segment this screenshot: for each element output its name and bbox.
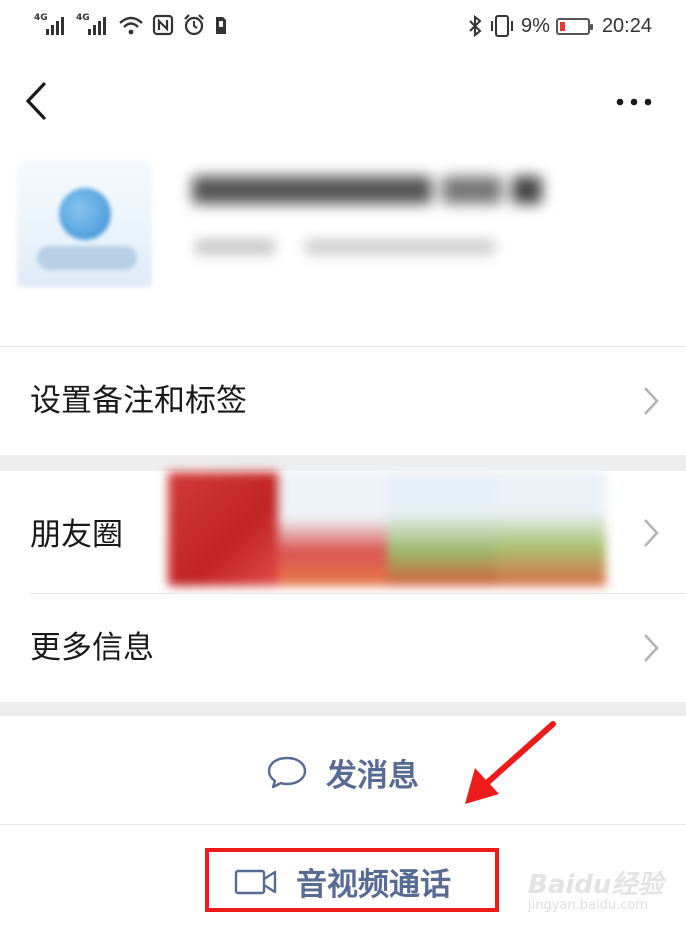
send-message-label: 发消息 [326, 758, 419, 794]
highlight-box [205, 848, 499, 912]
signal-icon: 4G [34, 12, 68, 38]
battery-icon [555, 17, 593, 35]
cell-label: 设置备注和标签 [30, 383, 247, 419]
moments-thumb [168, 472, 278, 586]
watermark-subtitle: jingyan.baidu.com [528, 898, 648, 913]
chevron-right-icon [644, 634, 659, 662]
cell-label: 朋友圈 [30, 517, 123, 553]
wifi-icon [119, 16, 143, 35]
cell-more-info[interactable]: 更多信息 [0, 594, 686, 702]
status-left: 4G 4G [34, 12, 228, 38]
send-message-button[interactable]: 发消息 [0, 716, 686, 824]
avatar[interactable] [17, 160, 152, 287]
battery-percent: 9% [521, 14, 550, 37]
bluetooth-icon [469, 14, 482, 38]
vibrate-icon [491, 15, 514, 37]
status-right: 9% 20:24 [467, 12, 652, 40]
chat-bubble-icon [267, 756, 307, 788]
section-gap [0, 455, 686, 471]
moments-thumbnails[interactable] [168, 472, 606, 586]
watermark: Baidu经验 jingyan.baidu.com [520, 858, 670, 918]
moments-thumb [387, 472, 497, 586]
chevron-right-icon [644, 387, 659, 415]
status-bar: 4G 4G 9% 20:24 [0, 0, 686, 56]
moments-thumb [277, 472, 387, 586]
back-icon[interactable] [18, 78, 58, 124]
cell-label: 更多信息 [30, 630, 154, 666]
section-gap [0, 702, 686, 716]
alarm-icon [184, 14, 204, 36]
battery-level [559, 21, 565, 31]
sim-icon [216, 17, 226, 34]
profile-name-blurred [192, 170, 542, 210]
moments-thumb [496, 472, 606, 586]
chevron-right-icon [644, 519, 659, 547]
red-arrow-icon [465, 721, 556, 804]
nfc-icon [152, 14, 174, 36]
status-time: 20:24 [601, 14, 652, 37]
profile-subtitle-blurred [195, 232, 495, 262]
more-icon[interactable] [610, 86, 658, 116]
watermark-title: Baidu经验 [528, 870, 664, 900]
signal-icon: 4G [76, 12, 110, 38]
cell-remark-tags[interactable]: 设置备注和标签 [0, 347, 686, 455]
